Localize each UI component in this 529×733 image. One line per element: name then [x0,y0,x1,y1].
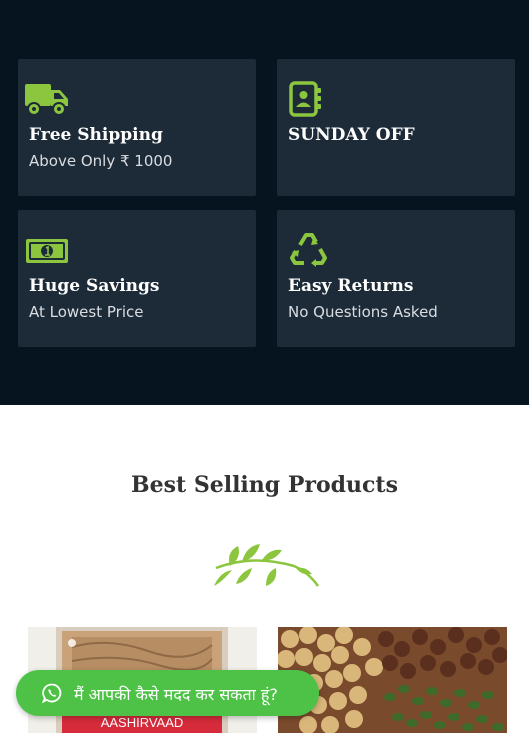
feature-subtitle: Above Only ₹ 1000 [29,152,173,170]
feature-card-free-shipping: Free Shipping Above Only ₹ 1000 [18,59,256,196]
recycle-icon [290,233,327,267]
leaf-divider-icon [214,544,320,587]
feature-subtitle: No Questions Asked [288,303,438,321]
whatsapp-chat-text: मैं आपकी कैसे मदद कर सकता हूं? [74,685,278,704]
money-bill-icon [26,239,68,263]
section-title: Best Selling Products [131,472,398,498]
feature-card-sunday-off: SUNDAY OFF [277,59,515,196]
feature-title: Easy Returns [288,276,414,296]
whatsapp-icon [42,683,62,703]
address-book-icon [289,81,321,117]
feature-card-easy-returns: Easy Returns No Questions Asked [277,210,515,347]
truck-icon [25,84,68,116]
features-section: Free Shipping Above Only ₹ 1000 SUNDAY O… [0,0,529,405]
whatsapp-chat-button[interactable]: मैं आपकी कैसे मदद कर सकता हूं? [16,670,319,716]
feature-title: Huge Savings [29,276,160,296]
feature-subtitle: At Lowest Price [29,303,144,321]
feature-card-huge-savings: Huge Savings At Lowest Price [18,210,256,347]
feature-title: SUNDAY OFF [288,125,415,145]
product-brand-label: AASHIRVAAD [101,715,184,730]
feature-title: Free Shipping [29,125,163,145]
